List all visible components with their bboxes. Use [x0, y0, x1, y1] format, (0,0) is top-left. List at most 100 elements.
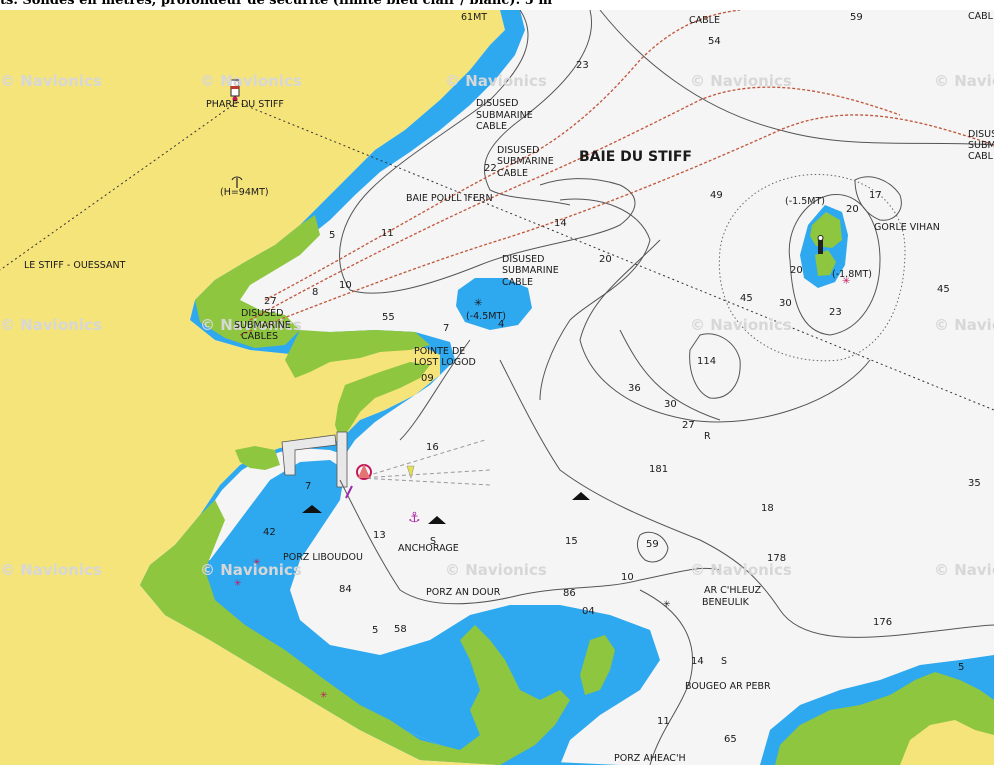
svg-text:45: 45	[740, 293, 753, 304]
svg-text:17: 17	[869, 190, 882, 201]
svg-text:22: 22	[484, 163, 497, 174]
label-gorle-vihan: GORLE VIHAN	[874, 222, 940, 233]
svg-text:27: 27	[682, 420, 695, 431]
svg-text:30: 30	[779, 298, 792, 309]
label-porz-aheach: PORZ AHEAC'H	[614, 753, 686, 764]
svg-text:DISUSED: DISUSED	[241, 308, 283, 319]
svg-text:CABLE: CABLE	[502, 277, 533, 288]
svg-text:DISUSED: DISUSED	[502, 254, 544, 265]
svg-text:© Navionics: © Navionics	[200, 72, 302, 90]
chart-header-text: ts. Sondes en mètres, profondeur de sécu…	[0, 0, 553, 8]
svg-text:© Navionics: © Navionics	[690, 316, 792, 334]
svg-text:(-1.5MT): (-1.5MT)	[785, 196, 825, 207]
svg-text:DISUS: DISUS	[968, 129, 994, 140]
label-porz-an-dour: PORZ AN DOUR	[426, 587, 501, 598]
svg-text:© Navionics: © Navionics	[445, 72, 547, 90]
svg-text:5: 5	[372, 625, 378, 636]
svg-text:© Navionics: © Navionics	[934, 72, 994, 90]
svg-text:09: 09	[421, 373, 434, 384]
svg-text:S: S	[430, 536, 436, 547]
svg-text:R: R	[704, 431, 711, 442]
svg-text:178: 178	[767, 553, 786, 564]
svg-text:© Navionics: © Navionics	[934, 561, 994, 579]
svg-text:5: 5	[329, 230, 335, 241]
svg-text:SUBMAR: SUBMAR	[968, 140, 994, 151]
label-stiff-ouessant: LE STIFF - OUESSANT	[24, 260, 126, 271]
svg-text:LOST LOGOD: LOST LOGOD	[414, 357, 476, 368]
svg-text:✳: ✳	[234, 579, 242, 589]
svg-text:© Navionics: © Navionics	[200, 561, 302, 579]
svg-text:65: 65	[724, 734, 737, 745]
svg-text:✳: ✳	[663, 600, 671, 610]
svg-text:© Navionics: © Navionics	[934, 316, 994, 334]
svg-text:AR C'HLEUZ: AR C'HLEUZ	[704, 585, 762, 596]
svg-text:15: 15	[565, 536, 578, 547]
svg-text:10: 10	[621, 572, 634, 583]
svg-text:SUBMARINE: SUBMARINE	[497, 156, 554, 167]
label-baie-poull: BAIE POULL IFERN	[406, 193, 493, 204]
svg-text:7: 7	[305, 481, 311, 492]
svg-text:© Navionics: © Navionics	[0, 72, 102, 90]
svg-text:© Navionics: © Navionics	[445, 561, 547, 579]
svg-text:DISUSED: DISUSED	[476, 98, 518, 109]
label-cable-right: CABL	[968, 11, 994, 22]
svg-text:36: 36	[628, 383, 641, 394]
svg-text:SUBMARINE: SUBMARINE	[502, 265, 559, 276]
svg-text:45: 45	[937, 284, 950, 295]
svg-text:16: 16	[426, 442, 439, 453]
label-cable-top: CABLE	[689, 15, 720, 26]
svg-text:49: 49	[710, 190, 723, 201]
svg-text:✳: ✳	[320, 691, 328, 701]
svg-text:84: 84	[339, 584, 352, 595]
svg-text:(-1.8MT): (-1.8MT)	[832, 269, 872, 280]
chart-header-bar: ts. Sondes en mètres, profondeur de sécu…	[0, 0, 994, 10]
svg-text:14: 14	[554, 218, 567, 229]
label-61mt: 61MT	[461, 12, 487, 23]
svg-text:23: 23	[829, 307, 842, 318]
svg-text:© Navionics: © Navionics	[0, 561, 102, 579]
svg-text:55: 55	[382, 312, 395, 323]
svg-text:59: 59	[850, 12, 863, 23]
svg-text:SUBMARINE: SUBMARINE	[476, 110, 533, 121]
label-bougeo: BOUGEO AR PEBR	[685, 681, 771, 692]
label-porz-liboudou: PORZ LIBOUDOU	[283, 552, 363, 563]
svg-text:20: 20	[846, 204, 859, 215]
svg-text:59: 59	[646, 539, 659, 550]
svg-text:CABLES: CABLES	[241, 331, 278, 342]
svg-text:SUBMARINE: SUBMARINE	[234, 320, 291, 331]
anchor-icon[interactable]: ⚓	[408, 510, 421, 526]
svg-text:20: 20	[599, 254, 612, 265]
svg-text:86: 86	[563, 588, 576, 599]
label-anchorage: ANCHORAGE	[398, 543, 459, 554]
svg-text:© Navionics: © Navionics	[0, 316, 102, 334]
svg-text:18: 18	[761, 503, 774, 514]
svg-text:23: 23	[576, 60, 589, 71]
svg-text:13: 13	[373, 530, 386, 541]
svg-text:10: 10	[339, 280, 352, 291]
svg-text:CABLE: CABLE	[497, 168, 528, 179]
svg-text:5: 5	[958, 662, 964, 673]
nautical-chart[interactable]: ✳ ✳ ✳ ✳ ✳ ✳ ⚓ © Navionics © Navionics © …	[0, 0, 994, 765]
svg-text:35: 35	[968, 478, 981, 489]
svg-text:58: 58	[394, 624, 407, 635]
islet-beacon-icon[interactable]	[817, 235, 824, 255]
label-baie-du-stiff: BAIE DU STIFF	[579, 149, 692, 165]
svg-text:11: 11	[381, 228, 394, 239]
label-light-height: (H=94MT)	[220, 187, 269, 198]
svg-text:04: 04	[582, 606, 595, 617]
svg-text:8: 8	[312, 287, 318, 298]
svg-text:BENEULIK: BENEULIK	[702, 597, 750, 608]
svg-text:30: 30	[664, 399, 677, 410]
svg-text:✳: ✳	[474, 298, 482, 309]
label-phare: PHARE DU STIFF	[206, 99, 284, 110]
svg-text:181: 181	[649, 464, 668, 475]
svg-text:114: 114	[697, 356, 716, 367]
svg-text:POINTE DE: POINTE DE	[414, 346, 465, 357]
svg-text:7: 7	[443, 323, 449, 334]
svg-text:14: 14	[691, 656, 704, 667]
svg-text:DISUSED: DISUSED	[497, 145, 539, 156]
svg-text:11: 11	[657, 716, 670, 727]
svg-text:CABL: CABL	[968, 151, 994, 162]
svg-text:4: 4	[498, 319, 504, 330]
svg-text:54: 54	[708, 36, 721, 47]
